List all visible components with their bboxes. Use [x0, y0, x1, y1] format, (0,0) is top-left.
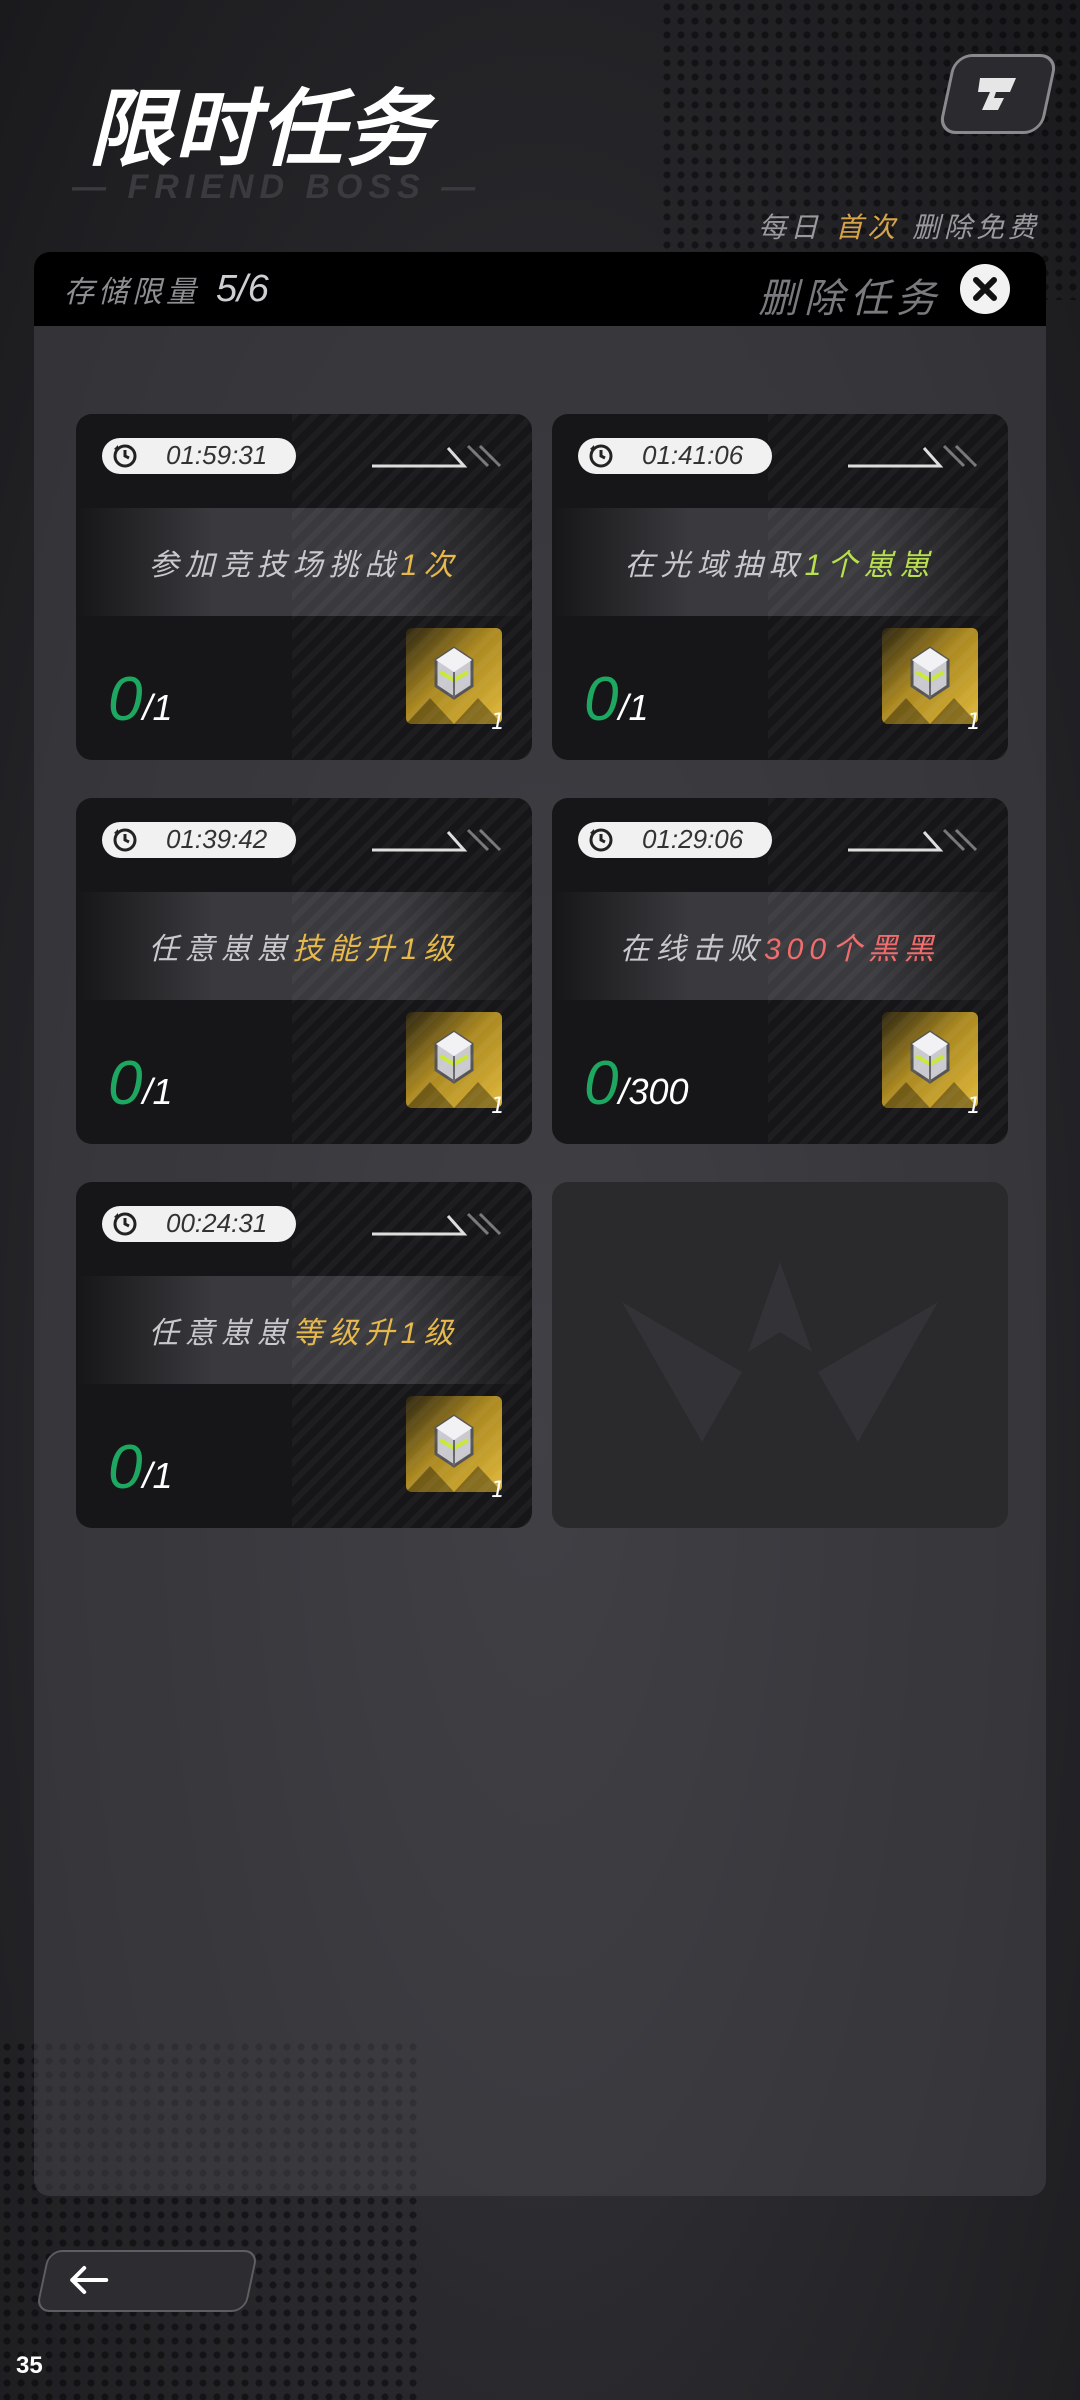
chest-icon: [406, 1030, 502, 1108]
task-highlight-text: 300个黑黑: [763, 933, 941, 966]
task-timer-text: 01:59:31: [166, 440, 268, 470]
progress-total: /300: [618, 1071, 689, 1112]
empty-slot-emblem: [622, 1262, 938, 1442]
task-card[interactable]: 00:24:31 任意崽崽 等级升1级 0/1 1: [76, 1182, 532, 1528]
reward-item[interactable]: [882, 1012, 978, 1108]
back-arrow-icon: [70, 2266, 109, 2294]
daily-delete-notice: 每日 首次 删除免费: [758, 206, 1040, 246]
task-timer: 00:24:31: [102, 1206, 296, 1242]
task-text: 任意崽崽: [148, 1316, 293, 1351]
reward-item[interactable]: [882, 628, 978, 724]
card-stripe-decoration: [372, 828, 502, 852]
progress-total: /1: [142, 1455, 173, 1496]
back-button[interactable]: [35, 2250, 259, 2312]
task-card[interactable]: 01:41:06 在光域抽取 1个崽崽 0/1 1: [552, 414, 1008, 760]
task-progress: 0/1: [108, 1432, 173, 1503]
task-progress: 0/1: [108, 1048, 173, 1119]
refresh-clock-icon: [113, 1212, 137, 1236]
progress-current: 0: [584, 1049, 619, 1118]
reward-item[interactable]: [406, 628, 502, 724]
task-highlight-text: 等级升1级: [292, 1317, 460, 1350]
task-timer-text: 01:41:06: [642, 440, 744, 470]
page-title: 限时任务: [88, 80, 433, 178]
page-subtitle: — FRIEND BOSS —: [72, 168, 482, 206]
task-description: 在光域抽取 1个崽崽: [552, 508, 1008, 616]
task-timer: 01:29:06: [578, 822, 772, 858]
reward-count: 1: [967, 1094, 981, 1119]
task-highlight-text: 1个崽崽: [804, 549, 936, 582]
task-progress: 0/300: [584, 1048, 689, 1119]
task-timer: 01:59:31: [102, 438, 296, 474]
panel-header: 存储限量 5/6 删除任务: [34, 252, 1046, 326]
brand-logo-button[interactable]: [937, 54, 1059, 134]
task-highlight-text: 1次: [400, 549, 460, 582]
page-number: 35: [16, 2352, 43, 2379]
progress-current: 0: [108, 1433, 143, 1502]
notice-prefix: 每日: [758, 211, 823, 244]
task-text: 在光域抽取: [624, 548, 805, 583]
task-highlight-text: 技能升1级: [292, 933, 460, 966]
chest-icon: [406, 646, 502, 724]
task-timer: 01:41:06: [578, 438, 772, 474]
task-description: 任意崽崽 技能升1级: [76, 892, 532, 1000]
progress-current: 0: [108, 1049, 143, 1118]
chest-icon: [882, 1030, 978, 1108]
refresh-clock-icon: [113, 828, 137, 852]
delete-task-button[interactable]: [960, 264, 1010, 314]
progress-current: 0: [584, 665, 619, 734]
reward-count: 1: [967, 710, 981, 735]
task-card[interactable]: 01:29:06 在线击败 300个黑黑 0/300 1: [552, 798, 1008, 1144]
task-card[interactable]: 01:39:42 任意崽崽 技能升1级 0/1 1: [76, 798, 532, 1144]
task-timer-text: 01:39:42: [166, 824, 268, 854]
notice-suffix: 删除免费: [911, 211, 1040, 244]
refresh-clock-icon: [113, 444, 137, 468]
reward-count: 1: [491, 1094, 505, 1119]
progress-total: /1: [142, 687, 173, 728]
task-timer-text: 01:29:06: [642, 824, 744, 854]
task-progress: 0/1: [584, 664, 649, 735]
task-description: 参加竞技场挑战 1次: [76, 508, 532, 616]
refresh-clock-icon: [589, 444, 613, 468]
task-timer: 01:39:42: [102, 822, 296, 858]
progress-total: /1: [618, 687, 649, 728]
card-stripe-decoration: [372, 1212, 502, 1236]
chest-icon: [406, 1414, 502, 1492]
chest-icon: [882, 646, 978, 724]
brand-logo-icon: [978, 78, 1016, 110]
reward-count: 1: [491, 1478, 505, 1503]
notice-highlight: 首次: [835, 211, 900, 244]
card-stripe-decoration: [848, 444, 978, 468]
reward-item[interactable]: [406, 1012, 502, 1108]
reward-count: 1: [491, 710, 505, 735]
task-text: 在线击败: [619, 932, 764, 967]
card-stripe-decoration: [372, 444, 502, 468]
delete-task-label[interactable]: 删除任务: [758, 266, 942, 324]
storage-label: 存储限量: [64, 275, 200, 310]
close-icon: [973, 277, 997, 301]
task-description: 在线击败 300个黑黑: [552, 892, 1008, 1000]
reward-item[interactable]: [406, 1396, 502, 1492]
card-stripe-decoration: [848, 828, 978, 852]
refresh-clock-icon: [589, 828, 613, 852]
task-progress: 0/1: [108, 664, 173, 735]
task-text: 参加竞技场挑战: [148, 548, 401, 583]
empty-task-slot: [552, 1182, 1008, 1528]
progress-total: /1: [142, 1071, 173, 1112]
task-timer-text: 00:24:31: [166, 1208, 268, 1238]
progress-current: 0: [108, 665, 143, 734]
task-text: 任意崽崽: [148, 932, 293, 967]
task-description: 任意崽崽 等级升1级: [76, 1276, 532, 1384]
storage-value: 5/6: [216, 267, 269, 310]
task-card[interactable]: 01:59:31 参加竞技场挑战 1次 0/1 1: [76, 414, 532, 760]
